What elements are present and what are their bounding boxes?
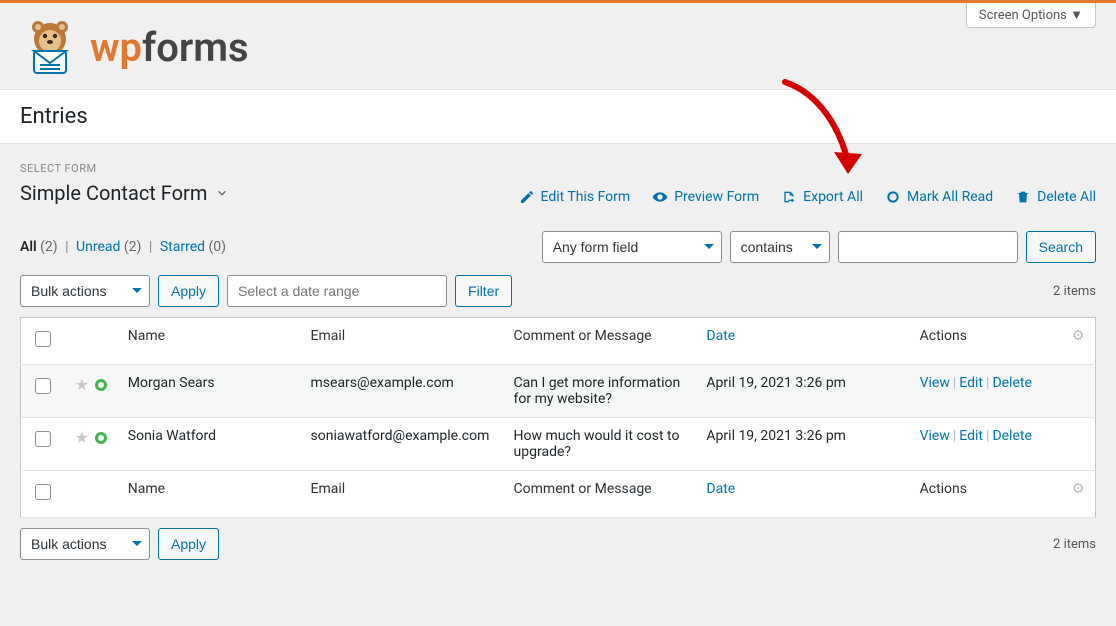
edit-form-link[interactable]: Edit This Form <box>519 189 631 205</box>
items-count-bottom: 2 items <box>1053 537 1096 552</box>
cell-date: April 19, 2021 3:26 pm <box>696 365 909 418</box>
export-all-label: Export All <box>803 189 863 205</box>
edit-form-label: Edit This Form <box>541 189 631 205</box>
form-name: Simple Contact Form <box>20 181 207 205</box>
separator: | <box>65 239 68 255</box>
row-delete-link[interactable]: Delete <box>992 428 1031 444</box>
col-header-name[interactable]: Name <box>118 318 301 365</box>
cell-message: Can I get more information for my websit… <box>504 365 697 418</box>
delete-all-label: Delete All <box>1037 189 1096 205</box>
screen-options-label: Screen Options <box>979 8 1067 23</box>
table-row: ★ Sonia Watfordsoniawatford@example.comHo… <box>21 418 1096 471</box>
search-operator-select[interactable]: contains <box>730 231 830 263</box>
entries-table: Name Email Comment or Message Date Actio… <box>20 317 1096 518</box>
cell-date: April 19, 2021 3:26 pm <box>696 418 909 471</box>
filter-all-label: All <box>20 239 37 255</box>
select-all-checkbox[interactable] <box>35 331 51 347</box>
items-count-top: 2 items <box>1053 284 1096 299</box>
col-footer-actions: Actions <box>910 471 1062 518</box>
gear-icon[interactable]: ⚙ <box>1072 328 1085 344</box>
search-group: Any form field contains Search <box>542 231 1096 263</box>
delete-all-link[interactable]: Delete All <box>1015 189 1096 205</box>
search-input[interactable] <box>838 231 1018 263</box>
row-edit-link[interactable]: Edit <box>959 375 983 391</box>
cell-actions: View|Edit|Delete <box>910 418 1096 471</box>
select-form-label: SELECT FORM <box>20 162 229 175</box>
search-field-select[interactable]: Any form field <box>542 231 722 263</box>
filter-starred[interactable]: Starred <box>160 239 205 255</box>
search-button[interactable]: Search <box>1026 231 1096 263</box>
col-footer-message[interactable]: Comment or Message <box>504 471 697 518</box>
status-filters: All (2) | Unread (2) | Starred (0) <box>20 239 226 255</box>
col-header-message[interactable]: Comment or Message <box>504 318 697 365</box>
form-selector[interactable]: Simple Contact Form <box>20 181 229 205</box>
select-all-checkbox-footer[interactable] <box>35 484 51 500</box>
unread-indicator-icon <box>95 432 107 444</box>
separator: | <box>953 375 956 391</box>
brand-wp: wp <box>90 24 142 71</box>
row-view-link[interactable]: View <box>920 428 950 444</box>
table-row: ★ Morgan Searsmsears@example.comCan I get… <box>21 365 1096 418</box>
trash-icon <box>1015 189 1031 205</box>
date-range-input[interactable] <box>227 275 447 307</box>
col-footer-email[interactable]: Email <box>301 471 504 518</box>
col-header-email[interactable]: Email <box>301 318 504 365</box>
star-icon[interactable]: ★ <box>75 428 89 447</box>
apply-bulk-button-bottom[interactable]: Apply <box>158 528 219 560</box>
cell-actions: View|Edit|Delete <box>910 365 1096 418</box>
preview-form-link[interactable]: Preview Form <box>652 189 759 205</box>
separator: | <box>986 428 989 444</box>
mark-all-read-link[interactable]: Mark All Read <box>885 189 993 205</box>
filter-unread[interactable]: Unread <box>76 239 120 255</box>
chevron-down-icon <box>215 186 229 200</box>
export-all-link[interactable]: Export All <box>781 189 863 205</box>
col-footer-date[interactable]: Date <box>706 481 735 497</box>
apply-bulk-button[interactable]: Apply <box>158 275 219 307</box>
col-header-actions: Actions <box>910 318 1062 365</box>
page-title: Entries <box>0 89 1116 144</box>
brand-wordmark: wpforms <box>90 24 249 71</box>
filter-unread-label: Unread <box>76 239 120 255</box>
filter-unread-count: (2) <box>124 239 142 255</box>
separator: | <box>953 428 956 444</box>
brand-logo: wpforms <box>20 3 1096 77</box>
cell-message: How much would it cost to upgrade? <box>504 418 697 471</box>
mark-all-read-label: Mark All Read <box>907 189 993 205</box>
cell-name: Morgan Sears <box>118 365 301 418</box>
row-checkbox[interactable] <box>35 431 51 447</box>
separator: | <box>149 239 152 255</box>
circle-icon <box>885 189 901 205</box>
unread-indicator-icon <box>95 379 107 391</box>
cell-email: soniawatford@example.com <box>301 418 504 471</box>
cell-name: Sonia Watford <box>118 418 301 471</box>
cell-email: msears@example.com <box>301 365 504 418</box>
star-icon[interactable]: ★ <box>75 375 89 394</box>
filter-all-count: (2) <box>40 239 58 255</box>
bulk-actions-select[interactable]: Bulk actions <box>20 275 150 307</box>
filter-button[interactable]: Filter <box>455 275 512 307</box>
filter-starred-count: (0) <box>209 239 227 255</box>
form-action-links: Edit This Form Preview Form Export All M… <box>519 189 1097 205</box>
eye-icon <box>652 189 668 205</box>
row-checkbox[interactable] <box>35 378 51 394</box>
row-view-link[interactable]: View <box>920 375 950 391</box>
screen-options-button[interactable]: Screen Options ▼ <box>966 3 1096 28</box>
wpforms-mascot-icon <box>20 17 80 77</box>
preview-form-label: Preview Form <box>674 189 759 205</box>
filter-starred-label: Starred <box>160 239 205 255</box>
col-footer-name[interactable]: Name <box>118 471 301 518</box>
pencil-icon <box>519 189 535 205</box>
filter-all[interactable]: All <box>20 239 37 255</box>
gear-icon[interactable]: ⚙ <box>1072 481 1085 497</box>
caret-down-icon: ▼ <box>1070 8 1083 23</box>
bulk-actions-select-bottom[interactable]: Bulk actions <box>20 528 150 560</box>
col-header-date[interactable]: Date <box>706 328 735 344</box>
row-delete-link[interactable]: Delete <box>992 375 1031 391</box>
brand-forms: forms <box>142 24 249 71</box>
row-edit-link[interactable]: Edit <box>959 428 983 444</box>
export-icon <box>781 189 797 205</box>
separator: | <box>986 375 989 391</box>
header-area: Screen Options ▼ wpforms <box>0 3 1116 89</box>
